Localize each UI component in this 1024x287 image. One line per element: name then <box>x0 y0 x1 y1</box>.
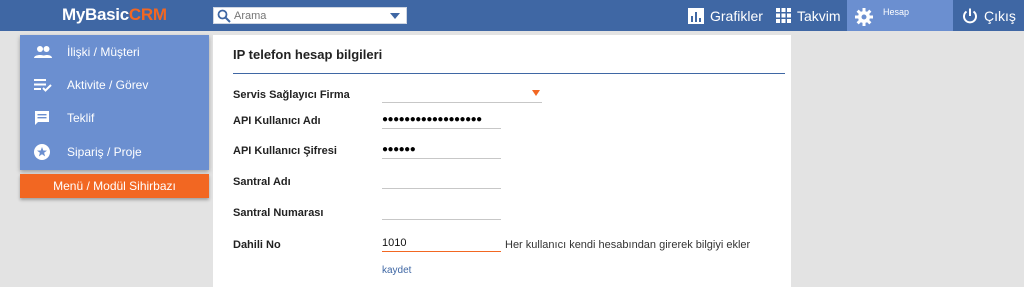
save-link[interactable]: kaydet <box>382 265 411 276</box>
power-icon <box>963 8 977 23</box>
pbx-number-label: Santral Numarası <box>233 207 324 219</box>
extension-field[interactable]: 1010 <box>382 234 501 252</box>
grid-icon <box>776 8 791 23</box>
nav-cikis[interactable]: Çıkış <box>962 0 1016 31</box>
extension-label: Dahili No <box>233 239 281 251</box>
app-logo[interactable]: MyBasicCRM <box>62 5 167 25</box>
provider-select[interactable] <box>382 87 542 103</box>
chevron-down-icon[interactable] <box>390 13 400 19</box>
menu-wizard-label: Menü / Modül Sihirbazı <box>53 179 176 193</box>
sidebar-item-label: Sipariş / Proje <box>67 144 142 159</box>
ip-phone-account-panel: IP telefon hesap bilgileri Servis Sağlay… <box>213 35 791 287</box>
star-icon <box>34 143 50 160</box>
nav-takvim[interactable]: Takvim <box>776 0 841 31</box>
top-bar: MyBasicCRM Grafikler Takvim <box>0 0 1024 31</box>
sidebar-item-siparis-proje[interactable]: Sipariş / Proje <box>20 135 209 168</box>
pbx-number-field[interactable] <box>382 202 501 220</box>
gear-icon <box>855 8 873 26</box>
api-password-field[interactable]: ●●●●●● <box>382 141 501 159</box>
nav-hesap[interactable]: Hesap <box>847 0 953 31</box>
nav-hesap-label: Hesap <box>883 7 910 17</box>
sidebar-item-label: Aktivite / Görev <box>67 77 149 92</box>
nav-grafikler[interactable]: Grafikler <box>688 0 763 31</box>
extension-hint: Her kullanıcı kendi hesabından girerek b… <box>505 239 751 251</box>
bar-chart-icon <box>688 7 704 24</box>
logo-text: MyBasic <box>62 5 129 24</box>
logo-accent-text: CRM <box>128 5 167 24</box>
menu-wizard-button[interactable]: Menü / Modül Sihirbazı <box>20 174 209 198</box>
dropdown-arrow-icon[interactable] <box>532 90 540 96</box>
api-password-label: API Kullanıcı Şifresi <box>233 145 337 157</box>
sidebar-item-label: Teklif <box>67 110 95 125</box>
sidebar-item-iliski-musteri[interactable]: İlişki / Müşteri <box>20 35 209 68</box>
pbx-name-label: Santral Adı <box>233 176 291 188</box>
api-user-label: API Kullanıcı Adı <box>233 115 321 127</box>
search-input[interactable] <box>234 8 384 23</box>
sidebar-item-teklif[interactable]: Teklif <box>20 101 209 134</box>
sidebar-item-label: İlişki / Müşteri <box>67 44 140 59</box>
sidebar-item-aktivite-gorev[interactable]: Aktivite / Görev <box>20 68 209 101</box>
search-box[interactable] <box>213 7 407 24</box>
provider-label: Servis Sağlayıcı Firma <box>233 89 350 101</box>
search-icon <box>217 9 231 23</box>
task-list-icon <box>34 78 52 92</box>
nav-takvim-label: Takvim <box>797 7 841 24</box>
api-user-field[interactable]: ●●●●●●●●●●●●●●●●●● <box>382 111 501 129</box>
nav-cikis-label: Çıkış <box>984 7 1016 24</box>
comment-icon <box>35 110 49 125</box>
people-icon <box>34 45 52 58</box>
sidebar-menu: İlişki / Müşteri Aktivite / Görev Teklif… <box>20 35 209 170</box>
pbx-name-field[interactable] <box>382 171 501 189</box>
title-divider <box>233 73 785 74</box>
nav-grafikler-label: Grafikler <box>710 7 763 24</box>
page-title: IP telefon hesap bilgileri <box>233 47 383 62</box>
